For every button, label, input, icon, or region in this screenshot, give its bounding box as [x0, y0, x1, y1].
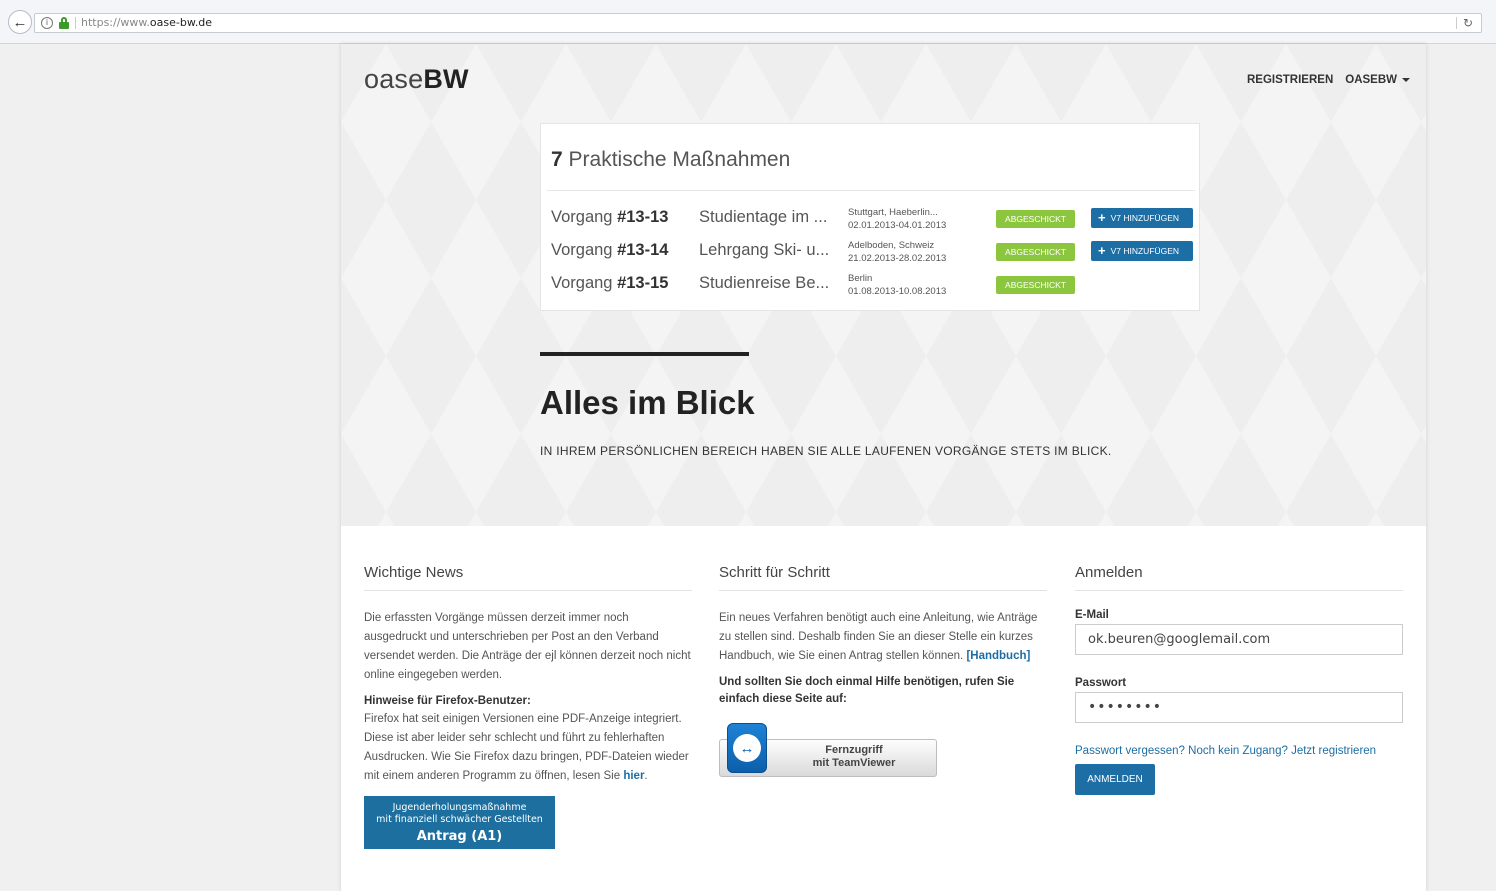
hero-section: oaseBW REGISTRIEREN OASEBW 7 Praktische …	[341, 44, 1426, 526]
handbook-link[interactable]: [Handbuch]	[966, 650, 1030, 662]
case-details: Adelboden, Schweiz 21.02.2013-28.02.2013	[848, 240, 947, 264]
list-item: Vorgang #13-15 Studienreise Be... Berlin…	[541, 270, 1201, 300]
info-icon[interactable]: i	[41, 17, 53, 29]
browser-toolbar: ← i https://www.oase-bw.de ↻	[0, 0, 1496, 44]
add-v7-button[interactable]: + V7 HINZUFÜGEN	[1091, 208, 1193, 228]
back-arrow-icon[interactable]: ←	[8, 10, 32, 34]
news-text: Die erfassten Vorgänge müssen derzeit im…	[364, 612, 691, 681]
firefox-heading: Hinweise für Firefox-Benutzer:	[364, 695, 531, 707]
antrag-a1-button[interactable]: Jugenderholungsmaßnahme mit finanziell s…	[364, 796, 555, 849]
measures-card: 7 Praktische Maßnahmen Vorgang #13-13 St…	[540, 123, 1200, 311]
firefox-help-link[interactable]: hier	[623, 770, 644, 782]
user-menu[interactable]: OASEBW	[1345, 74, 1410, 86]
status-badge: ABGESCHICKT	[996, 210, 1075, 228]
case-id[interactable]: #13-15	[617, 274, 668, 292]
case-details: Berlin 01.08.2013-10.08.2013	[848, 273, 947, 297]
case-title[interactable]: Studienreise Be...	[699, 274, 829, 293]
email-label: E-Mail	[1075, 609, 1109, 621]
steps-heading: Schritt für Schritt	[719, 564, 1047, 591]
status-badge: ABGESCHICKT	[996, 276, 1075, 294]
forgot-register-link[interactable]: Passwort vergessen? Noch kein Zugang? Je…	[1075, 745, 1403, 757]
case-id[interactable]: #13-14	[617, 241, 668, 259]
hero-headline: Alles im Blick	[540, 384, 755, 421]
page-container: oaseBW REGISTRIEREN OASEBW 7 Praktische …	[341, 44, 1426, 891]
plus-icon: +	[1098, 210, 1106, 225]
url-text[interactable]: https://www.oase-bw.de	[81, 14, 212, 32]
password-field[interactable]: ••••••••	[1075, 692, 1403, 723]
news-column: Wichtige News Die erfassten Vorgänge müs…	[364, 564, 692, 849]
add-v7-button[interactable]: + V7 HINZUFÜGEN	[1091, 241, 1193, 261]
caret-down-icon	[1402, 77, 1410, 82]
case-title[interactable]: Lehrgang Ski- u...	[699, 241, 829, 260]
case-title[interactable]: Studientage im ...	[699, 208, 827, 227]
login-button[interactable]: ANMELDEN	[1075, 764, 1155, 795]
case-details: Stuttgart, Haeberlin... 02.01.2013-04.01.…	[848, 207, 947, 231]
teamviewer-icon: ↔	[727, 723, 767, 773]
plus-icon: +	[1098, 243, 1106, 258]
firefox-text: Firefox hat seit einigen Versionen eine …	[364, 713, 689, 782]
login-column: Anmelden E-Mail ok.beuren@googlemail.com…	[1075, 564, 1403, 795]
help-text: Und sollten Sie doch einmal Hilfe benöti…	[719, 676, 1015, 705]
list-item: Vorgang #13-13 Studientage im ... Stuttg…	[541, 204, 1201, 234]
status-badge: ABGESCHICKT	[996, 243, 1075, 261]
case-id[interactable]: #13-13	[617, 208, 668, 226]
hero-subline: IN IHREM PERSÖNLICHEN BEREICH HABEN SIE …	[540, 444, 1112, 458]
steps-column: Schritt für Schritt Ein neues Verfahren …	[719, 564, 1047, 778]
news-heading: Wichtige News	[364, 564, 692, 591]
email-field[interactable]: ok.beuren@googlemail.com	[1075, 624, 1403, 655]
divider	[540, 352, 749, 356]
steps-text: Ein neues Verfahren benötigt auch eine A…	[719, 612, 1038, 662]
top-navigation: REGISTRIEREN OASEBW	[1247, 74, 1410, 86]
register-link[interactable]: REGISTRIEREN	[1247, 74, 1333, 86]
site-logo[interactable]: oaseBW	[364, 64, 469, 95]
list-item: Vorgang #13-14 Lehrgang Ski- u... Adelbo…	[541, 237, 1201, 267]
reload-icon[interactable]: ↻	[1463, 14, 1473, 32]
lock-icon[interactable]	[59, 17, 69, 29]
address-bar[interactable]: i https://www.oase-bw.de ↻	[34, 13, 1482, 33]
card-title: 7 Praktische Maßnahmen	[551, 148, 791, 171]
password-label: Passwort	[1075, 677, 1127, 689]
login-heading: Anmelden	[1075, 564, 1403, 591]
teamviewer-button[interactable]: Fernzugriff mit TeamViewer ↔	[719, 723, 937, 778]
